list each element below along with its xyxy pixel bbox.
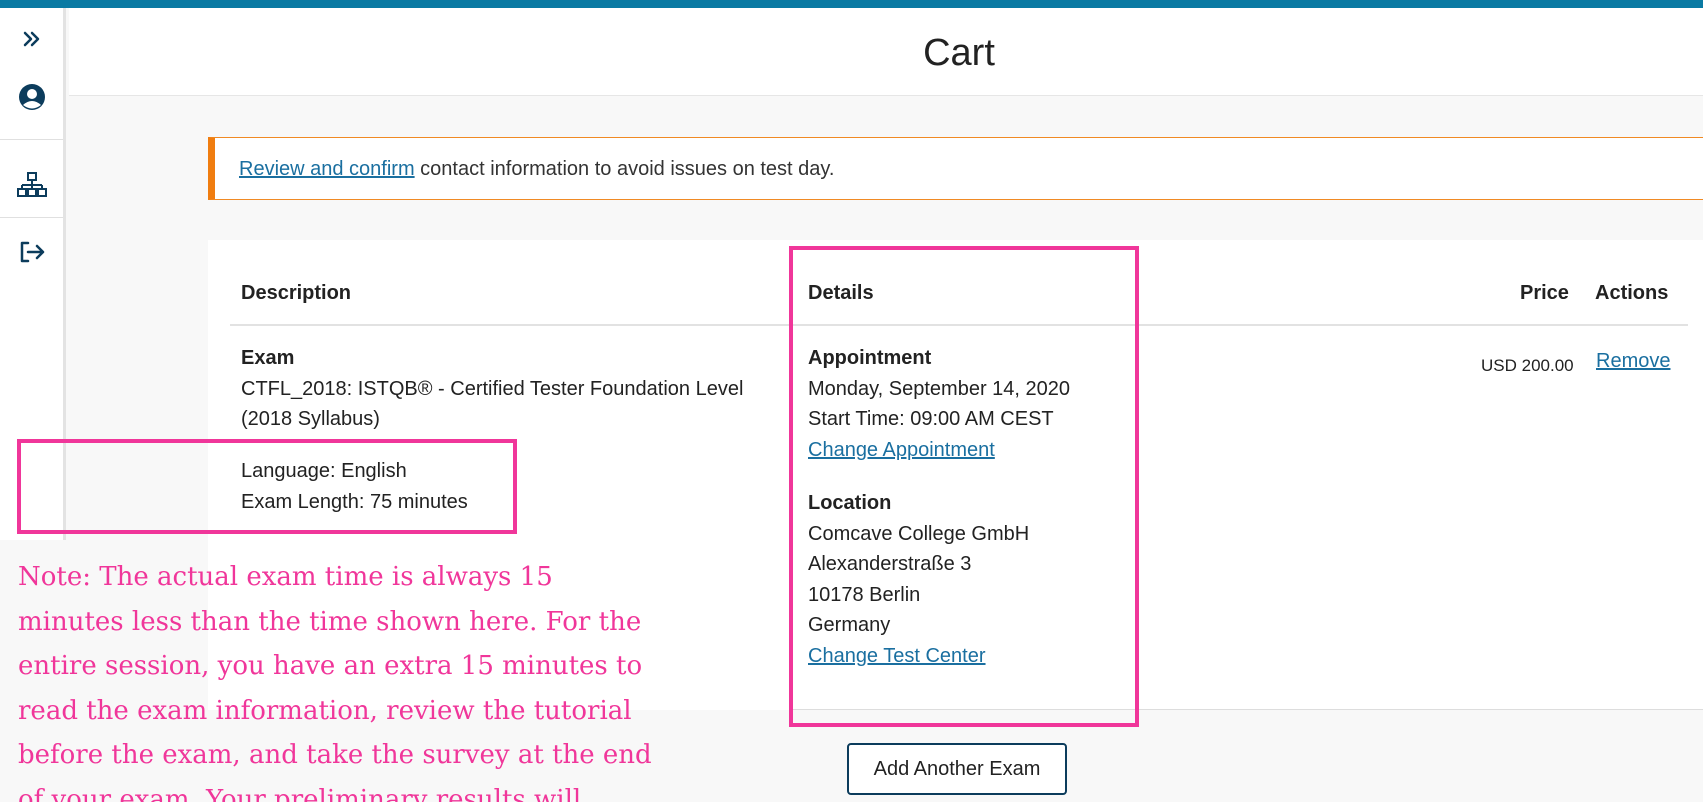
price-header: Price [1520,282,1569,304]
top-accent-bar [0,0,1703,8]
alert-text: contact information to avoid issues on t… [414,158,835,180]
add-another-exam-button[interactable]: Add Another Exam [847,743,1067,795]
description-header: Description [241,282,352,304]
exam-price: USD 200.00 [1481,356,1574,375]
note-line: of your exam. Your preliminary results w… [18,784,582,802]
note-line: Note: The actual exam time is always 15 [18,562,553,592]
exam-time-note: Note: The actual exam time is always 15 … [18,555,788,802]
exam-length-highlight-box [17,439,517,534]
exam-type-label: Exam [241,347,295,369]
sign-out-button[interactable] [0,225,63,283]
expand-sidebar-button[interactable] [0,12,63,70]
page-title: Cart [923,32,995,74]
actions-header: Actions [1595,282,1669,304]
user-circle-icon [18,83,46,116]
review-and-confirm-link[interactable]: Review and confirm [239,158,415,180]
sidebar-divider [0,217,63,218]
contact-info-alert: Review and confirm contact information t… [208,137,1703,200]
exam-name: CTFL_2018: ISTQB® - Certified Tester Fou… [241,378,744,400]
note-line: read the exam information, review the tu… [18,695,632,726]
sidebar-divider [0,139,63,140]
note-line: before the exam, and take the survey at … [18,740,652,770]
details-highlight-box [789,246,1139,727]
sitemap-icon [16,170,47,205]
exam-name-syllabus: (2018 Syllabus) [241,408,380,430]
remove-link[interactable]: Remove [1596,350,1670,373]
sitemap-button[interactable] [0,158,63,216]
note-line: minutes less than the time shown here. F… [18,606,642,637]
page-header: Cart [69,8,1703,96]
sign-out-icon [18,240,46,269]
double-chevron-right-icon [21,28,43,55]
profile-button[interactable] [0,70,63,128]
note-line: entire session, you have an extra 15 min… [18,651,643,681]
